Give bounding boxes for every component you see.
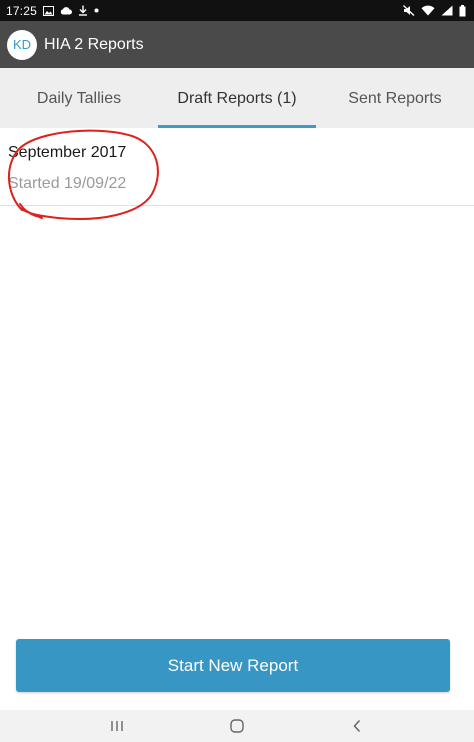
recent-apps-icon[interactable]	[102, 713, 132, 739]
status-left: 17:25	[6, 4, 99, 18]
tab-daily-tallies[interactable]: Daily Tallies	[0, 68, 158, 128]
status-time: 17:25	[6, 3, 38, 18]
start-new-report-button[interactable]: Start New Report	[16, 639, 450, 692]
status-right	[403, 4, 466, 17]
draft-started-date: Started 19/09/22	[8, 175, 127, 192]
avatar[interactable]: KD	[7, 29, 37, 60]
battery-icon	[459, 4, 466, 17]
cloud-icon	[60, 5, 73, 17]
wifi-icon	[421, 5, 435, 17]
dot-icon	[94, 5, 99, 17]
back-icon[interactable]	[342, 713, 372, 739]
mute-icon	[403, 5, 415, 17]
app-title: HIA 2 Reports	[44, 35, 144, 53]
tab-sent-reports[interactable]: Sent Reports	[316, 68, 474, 128]
tab-bar: Daily Tallies Draft Reports (1) Sent Rep…	[0, 68, 474, 128]
signal-icon	[441, 5, 453, 17]
tab-draft-reports[interactable]: Draft Reports (1)	[158, 68, 316, 128]
status-bar: 17:25	[0, 0, 474, 21]
draft-title: September 2017	[8, 144, 127, 161]
download-icon	[78, 5, 88, 17]
draft-list: September 2017 Started 19/09/22	[0, 128, 474, 220]
image-icon	[43, 5, 55, 17]
app-bar: KD HIA 2 Reports	[0, 21, 474, 68]
nav-bar	[0, 710, 474, 742]
screen: 17:25 KD HIA 2 Reports Daily Tallies Dra…	[0, 0, 474, 742]
list-item[interactable]: September 2017 Started 19/09/22	[0, 128, 474, 220]
home-icon[interactable]	[222, 713, 252, 739]
